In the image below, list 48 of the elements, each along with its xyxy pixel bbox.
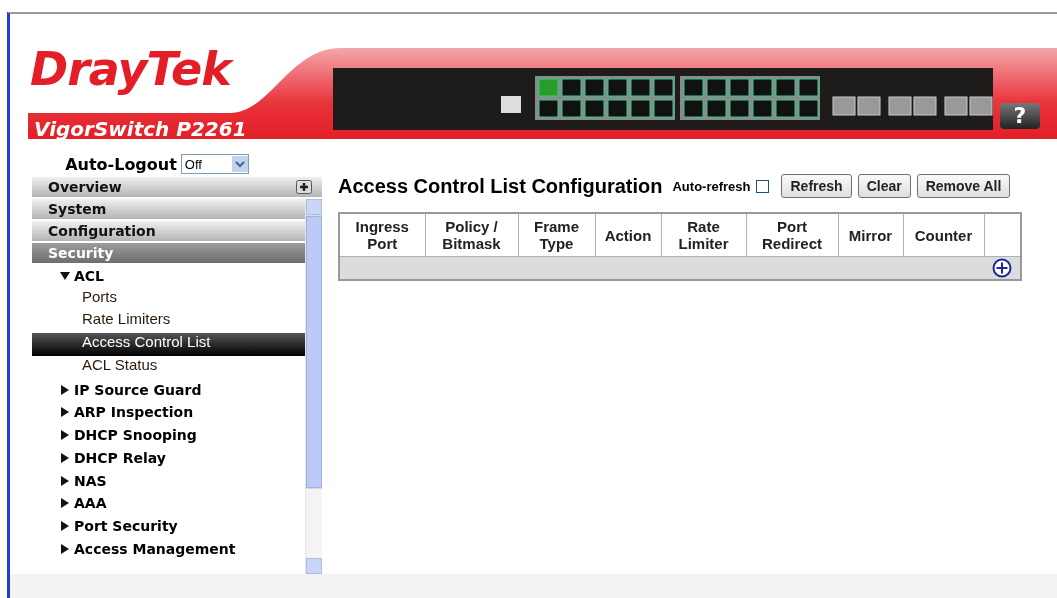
column-header: Port Redirect	[746, 213, 838, 257]
auto-refresh-label: Auto-refresh	[672, 178, 751, 194]
auto-logout-label: Auto-Logout	[65, 154, 177, 174]
expand-triangle-icon	[60, 520, 70, 531]
refresh-button[interactable]: Refresh	[781, 174, 852, 198]
menu-group[interactable]: IP Source Guard	[32, 378, 305, 402]
auto-refresh-checkbox[interactable]	[756, 179, 770, 193]
menu-section[interactable]: Configuration	[32, 221, 305, 243]
menu-item[interactable]: Access Control List	[32, 333, 305, 356]
expand-triangle-icon	[60, 475, 70, 486]
clear-button[interactable]: Clear	[857, 174, 911, 198]
column-header: Policy / Bitmask	[425, 213, 518, 257]
collapse-triangle-icon	[60, 271, 70, 282]
menu-section[interactable]: System	[32, 199, 305, 221]
menu-group[interactable]: DHCP Snooping	[32, 423, 305, 447]
column-header: Action	[595, 213, 661, 257]
column-header: Counter	[903, 213, 984, 257]
model-name: VigorSwitch P2261	[34, 117, 247, 141]
expand-all-icon[interactable]	[296, 180, 312, 194]
auto-logout-dropdown[interactable]: Off	[180, 154, 249, 174]
column-header: Ingress Port	[339, 213, 425, 257]
menu-group[interactable]: Access Management	[32, 537, 305, 560]
menu-group[interactable]: DHCP Relay	[32, 446, 305, 470]
menu-group[interactable]: NAS	[32, 469, 305, 492]
menu-item[interactable]: Rate Limiters	[32, 310, 305, 334]
page-title: Access Control List Configuration	[338, 174, 663, 198]
menu-section[interactable]: Overview	[32, 177, 322, 199]
expand-triangle-icon	[60, 498, 70, 509]
column-header: Rate Limiter	[661, 213, 746, 257]
scrollbar[interactable]	[305, 199, 322, 574]
add-icon[interactable]	[992, 258, 1012, 279]
column-header: Frame Type	[518, 213, 595, 257]
expand-triangle-icon	[60, 543, 70, 554]
caret-icon	[231, 156, 248, 172]
expand-triangle-icon	[60, 430, 70, 441]
menu-group[interactable]: Port Security	[32, 514, 305, 538]
column-header: Mirror	[838, 213, 903, 257]
remove-all-button[interactable]: Remove All	[916, 174, 1011, 198]
menu-item[interactable]: ACL Status	[32, 355, 305, 379]
menu-section[interactable]: Security	[32, 243, 305, 265]
expand-triangle-icon	[60, 407, 70, 418]
menu-group[interactable]: ACL	[32, 265, 305, 288]
menu-group[interactable]: ARP Inspection	[32, 401, 305, 424]
expand-triangle-icon	[60, 452, 70, 463]
expand-triangle-icon	[60, 384, 70, 395]
menu-item[interactable]: Ports	[32, 287, 305, 311]
menu-group[interactable]: AAA	[32, 491, 305, 515]
help-button[interactable]: ?	[1000, 103, 1040, 129]
